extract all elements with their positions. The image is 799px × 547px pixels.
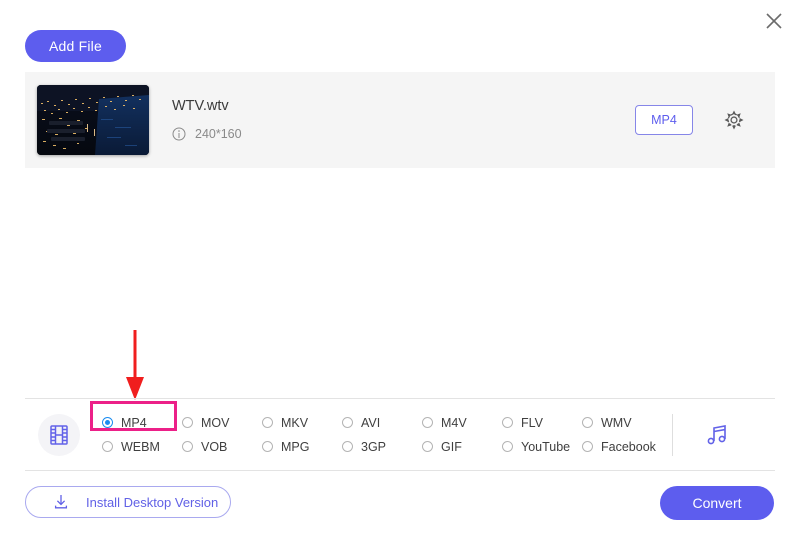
convert-button-label: Convert: [692, 495, 742, 511]
close-icon: [766, 13, 782, 29]
music-note-icon: [707, 424, 726, 444]
radio-dot-icon: [342, 417, 353, 428]
format-radio-label: MKV: [281, 415, 309, 430]
thumbnail-image: [37, 85, 149, 155]
radio-dot-icon: [502, 417, 513, 428]
video-format-radio-grid: MP4 WEBM MOV VOB MKV MPG AVI 3GP M4V GIF FLV YouTub…: [102, 411, 662, 459]
format-radio-facebook[interactable]: Facebook: [582, 435, 662, 459]
format-radio-webm[interactable]: WEBM: [102, 435, 182, 459]
download-icon: [52, 493, 70, 511]
format-radio-flv[interactable]: FLV: [502, 411, 582, 435]
format-radio-label: GIF: [441, 439, 462, 454]
output-format-chip-label: MP4: [651, 113, 677, 127]
gear-icon: [724, 110, 744, 130]
format-radio-mov[interactable]: MOV: [182, 411, 262, 435]
radio-dot-icon: [422, 441, 433, 452]
file-sub-line: 240*160: [172, 127, 635, 141]
radio-dot-icon: [262, 417, 273, 428]
format-radio-label: AVI: [361, 415, 381, 430]
video-category-button[interactable]: [38, 413, 80, 456]
install-desktop-version-label: Install Desktop Version: [86, 494, 219, 510]
format-radio-mp4[interactable]: MP4: [102, 411, 182, 435]
file-meta: WTV.wtv 240*160: [172, 99, 635, 141]
add-file-label: Add File: [49, 38, 102, 54]
format-radio-avi[interactable]: AVI: [342, 411, 422, 435]
format-bar-separator: [672, 413, 673, 456]
convert-button[interactable]: Convert: [660, 486, 774, 520]
format-radio-mpg[interactable]: MPG: [262, 435, 342, 459]
format-radio-label: M4V: [441, 415, 467, 430]
format-radio-label: FLV: [521, 415, 543, 430]
format-radio-m4v[interactable]: M4V: [422, 411, 502, 435]
format-radio-youtube[interactable]: YouTube: [502, 435, 582, 459]
file-list-row[interactable]: WTV.wtv 240*160 MP4: [25, 72, 775, 168]
audio-category-button[interactable]: [701, 418, 735, 452]
add-file-button[interactable]: Add File: [25, 30, 126, 62]
format-radio-label: MPG: [281, 439, 310, 454]
format-radio-label: MP4: [121, 415, 147, 430]
format-radio-label: 3GP: [361, 439, 387, 454]
file-name: WTV.wtv: [172, 98, 229, 115]
format-selection-bar: MP4 WEBM MOV VOB MKV MPG AVI 3GP M4V GIF FLV YouTub…: [0, 399, 799, 470]
annotation-arrow-icon: [126, 330, 144, 400]
output-format-chip[interactable]: MP4: [635, 105, 693, 135]
format-radio-gif[interactable]: GIF: [422, 435, 502, 459]
format-radio-vob[interactable]: VOB: [182, 435, 262, 459]
info-icon[interactable]: [172, 127, 186, 141]
radio-dot-icon: [582, 417, 593, 428]
format-radio-3gp[interactable]: 3GP: [342, 435, 422, 459]
file-thumbnail: [37, 85, 149, 155]
radio-dot-icon: [422, 417, 433, 428]
radio-dot-icon: [502, 441, 513, 452]
film-strip-icon: [50, 424, 68, 445]
footer-divider: [25, 470, 775, 471]
close-window-button[interactable]: [757, 4, 791, 38]
format-radio-label: WEBM: [121, 439, 160, 454]
radio-dot-icon: [102, 441, 113, 452]
radio-dot-icon: [182, 417, 193, 428]
format-radio-label: MOV: [201, 415, 230, 430]
file-resolution: 240*160: [195, 126, 242, 141]
radio-dot-icon: [262, 441, 273, 452]
format-radio-label: VOB: [201, 439, 228, 454]
radio-dot-icon: [182, 441, 193, 452]
format-radio-label: Facebook: [601, 439, 656, 454]
format-radio-wmv[interactable]: WMV: [582, 411, 662, 435]
format-radio-label: YouTube: [521, 439, 571, 454]
radio-dot-icon: [342, 441, 353, 452]
file-settings-button[interactable]: [719, 105, 749, 135]
format-radio-mkv[interactable]: MKV: [262, 411, 342, 435]
install-desktop-version-button[interactable]: Install Desktop Version: [25, 486, 231, 518]
format-radio-label: WMV: [601, 415, 632, 430]
radio-dot-icon: [102, 417, 113, 428]
radio-dot-icon: [582, 441, 593, 452]
